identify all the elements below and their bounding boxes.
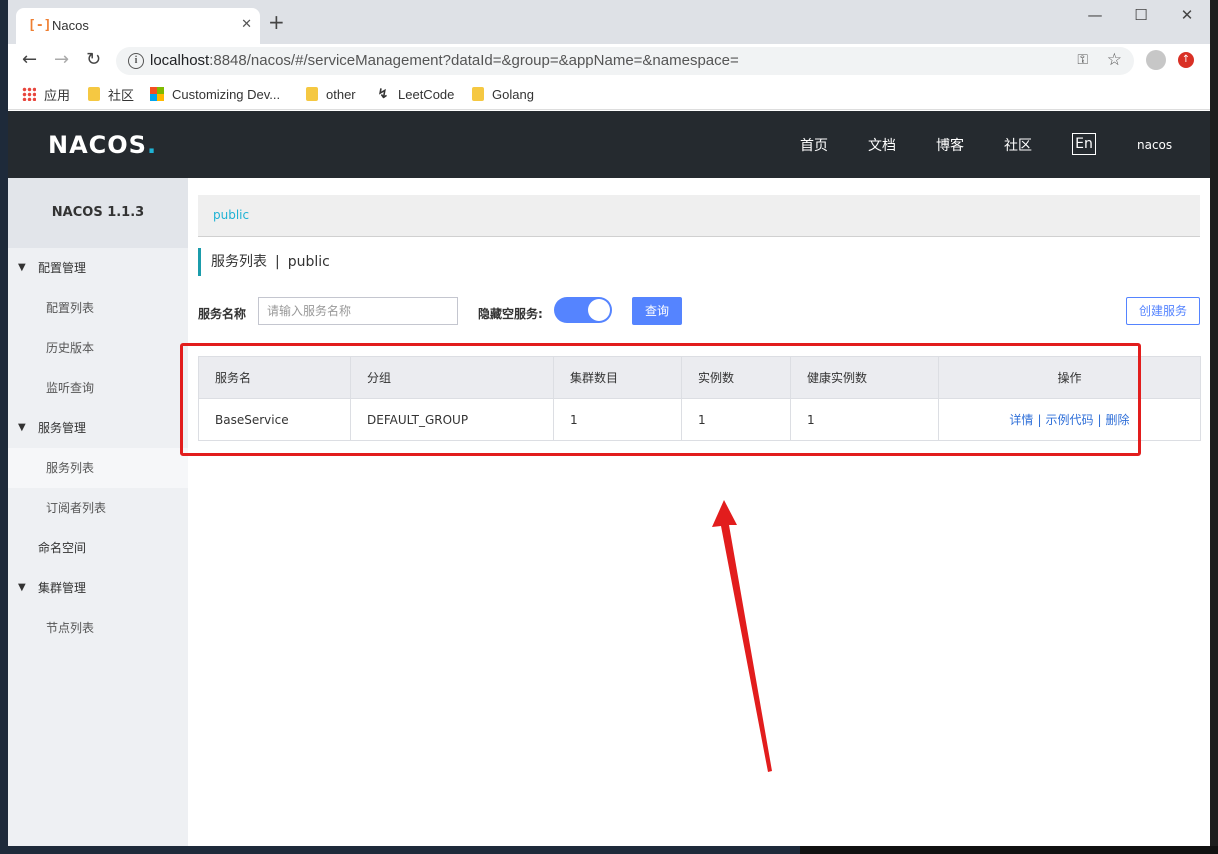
table-header-row: 服务名 分组 集群数目 实例数 健康实例数 操作 bbox=[198, 356, 1201, 399]
maximize-icon[interactable]: ☐ bbox=[1118, 0, 1164, 32]
forward-arrow-icon[interactable]: → bbox=[54, 50, 69, 70]
table-row: BaseService DEFAULT_GROUP 1 1 1 详情 | 示例代码 |… bbox=[198, 398, 1201, 441]
microsoft-icon bbox=[150, 87, 164, 101]
sample-code-link[interactable]: 示例代码 bbox=[1045, 413, 1093, 427]
nav-home[interactable]: 首页 bbox=[800, 135, 828, 155]
col-healthy-count: 健康实例数 bbox=[790, 356, 939, 399]
sidebar: NACOS 1.1.3 ▼ 配置管理 配置列表 历史版本 监听查询 ▼ 服务管理 服… bbox=[8, 178, 188, 846]
namespace-bar: public bbox=[198, 195, 1200, 237]
sidebar-group-service[interactable]: ▼ 服务管理 bbox=[8, 408, 188, 448]
bookmark-star-icon[interactable]: ☆ bbox=[1107, 50, 1122, 70]
bookmarks-bar: 应用 社区 Customizing Dev... other ↯ LeetCode… bbox=[8, 78, 1210, 110]
cell-operations: 详情 | 示例代码 | 删除 bbox=[938, 398, 1201, 441]
create-service-button[interactable]: 创建服务 bbox=[1126, 297, 1200, 325]
folder-icon bbox=[472, 87, 484, 101]
key-icon[interactable]: ⚿ bbox=[1077, 52, 1088, 68]
caret-down-icon: ▼ bbox=[18, 422, 26, 433]
col-service-name: 服务名 bbox=[198, 356, 351, 399]
tab-bar: [-] Nacos ✕ + — ☐ ✕ bbox=[8, 0, 1210, 44]
nav-blog[interactable]: 博客 bbox=[936, 135, 964, 155]
bookmark-apps[interactable]: 应用 bbox=[22, 85, 70, 103]
nacos-favicon-icon: [-] bbox=[28, 18, 52, 33]
sidebar-group-cluster[interactable]: ▼ 集群管理 bbox=[8, 568, 188, 608]
sidebar-item-namespace[interactable]: 命名空间 bbox=[8, 528, 188, 568]
delete-link[interactable]: 删除 bbox=[1106, 413, 1130, 427]
sidebar-item-service-list[interactable]: 服务列表 bbox=[8, 448, 188, 488]
version-label: NACOS 1.1.3 bbox=[8, 178, 188, 248]
minimize-icon[interactable]: — bbox=[1072, 0, 1118, 32]
bookmark-customizing[interactable]: Customizing Dev... bbox=[150, 85, 280, 103]
query-button[interactable]: 查询 bbox=[632, 297, 682, 325]
language-toggle[interactable]: En bbox=[1072, 133, 1096, 155]
new-tab-icon[interactable]: + bbox=[268, 12, 285, 32]
col-operations: 操作 bbox=[938, 356, 1201, 399]
service-name-label: 服务名称 bbox=[198, 307, 247, 321]
col-instance-count: 实例数 bbox=[681, 356, 791, 399]
folder-icon bbox=[306, 87, 318, 101]
nav-docs[interactable]: 文档 bbox=[868, 135, 896, 155]
namespace-public-link[interactable]: public bbox=[213, 208, 249, 222]
toggle-knob bbox=[588, 299, 610, 321]
leetcode-icon: ↯ bbox=[377, 86, 389, 101]
app-header: NACOS. 首页 文档 博客 社区 En nacos bbox=[8, 111, 1210, 178]
nav-community[interactable]: 社区 bbox=[1004, 135, 1032, 155]
address-bar[interactable]: i localhost:8848/nacos/#/serviceManageme… bbox=[116, 47, 1134, 75]
sidebar-item-listener-query[interactable]: 监听查询 bbox=[8, 368, 188, 408]
sidebar-item-config-list[interactable]: 配置列表 bbox=[8, 288, 188, 328]
browser-toolbar: ← → ↻ i localhost:8848/nacos/#/serviceMa… bbox=[8, 44, 1210, 78]
browser-window: [-] Nacos ✕ + — ☐ ✕ ← → ↻ i localhost:88… bbox=[8, 0, 1210, 846]
profile-avatar-icon[interactable] bbox=[1146, 50, 1166, 70]
sidebar-item-history[interactable]: 历史版本 bbox=[8, 328, 188, 368]
caret-down-icon: ▼ bbox=[18, 262, 26, 273]
bookmark-other[interactable]: other bbox=[306, 85, 356, 103]
col-cluster-count: 集群数目 bbox=[553, 356, 682, 399]
background-taskbar bbox=[0, 846, 1218, 854]
caret-down-icon: ▼ bbox=[18, 582, 26, 593]
nacos-logo[interactable]: NACOS. bbox=[48, 131, 157, 159]
bookmark-golang[interactable]: Golang bbox=[472, 85, 534, 103]
window-controls: — ☐ ✕ bbox=[1072, 0, 1210, 32]
hide-empty-label: 隐藏空服务: bbox=[478, 307, 543, 321]
bookmark-community[interactable]: 社区 bbox=[88, 85, 134, 103]
cell-cluster-count: 1 bbox=[553, 398, 682, 441]
sidebar-group-config[interactable]: ▼ 配置管理 bbox=[8, 248, 188, 288]
detail-link[interactable]: 详情 bbox=[1009, 413, 1033, 427]
main-content: public 服务列表 | public 服务名称 请输入服务名称 隐藏空服务: 查… bbox=[188, 178, 1210, 846]
background-window-strip bbox=[0, 0, 8, 854]
tab-close-icon[interactable]: ✕ bbox=[241, 17, 252, 32]
hide-empty-toggle[interactable] bbox=[554, 297, 612, 323]
update-icon[interactable]: ↑ bbox=[1178, 52, 1194, 68]
cell-instance-count: 1 bbox=[681, 398, 791, 441]
user-name[interactable]: nacos bbox=[1137, 138, 1172, 152]
back-arrow-icon[interactable]: ← bbox=[22, 50, 37, 70]
sidebar-item-subscribers[interactable]: 订阅者列表 bbox=[8, 488, 188, 528]
close-window-icon[interactable]: ✕ bbox=[1164, 0, 1210, 32]
cell-service-name: BaseService bbox=[198, 398, 351, 441]
bookmark-leetcode[interactable]: ↯ LeetCode bbox=[376, 85, 455, 103]
folder-icon bbox=[88, 87, 100, 101]
cell-healthy-count: 1 bbox=[790, 398, 939, 441]
page-title: 服务列表 | public bbox=[198, 248, 330, 276]
reload-icon[interactable]: ↻ bbox=[86, 50, 101, 70]
sidebar-item-nodes[interactable]: 节点列表 bbox=[8, 608, 188, 648]
url-text[interactable]: localhost:8848/nacos/#/serviceManagement… bbox=[150, 52, 739, 69]
col-group: 分组 bbox=[350, 356, 554, 399]
service-name-input[interactable]: 请输入服务名称 bbox=[258, 297, 458, 325]
service-table: 服务名 分组 集群数目 实例数 健康实例数 操作 BaseService DEF… bbox=[198, 356, 1201, 441]
browser-tab[interactable]: [-] Nacos ✕ bbox=[16, 8, 260, 44]
cell-group: DEFAULT_GROUP bbox=[350, 398, 554, 441]
tab-title: Nacos bbox=[52, 18, 89, 33]
site-info-icon[interactable]: i bbox=[128, 53, 144, 69]
apps-grid-icon bbox=[22, 87, 36, 101]
